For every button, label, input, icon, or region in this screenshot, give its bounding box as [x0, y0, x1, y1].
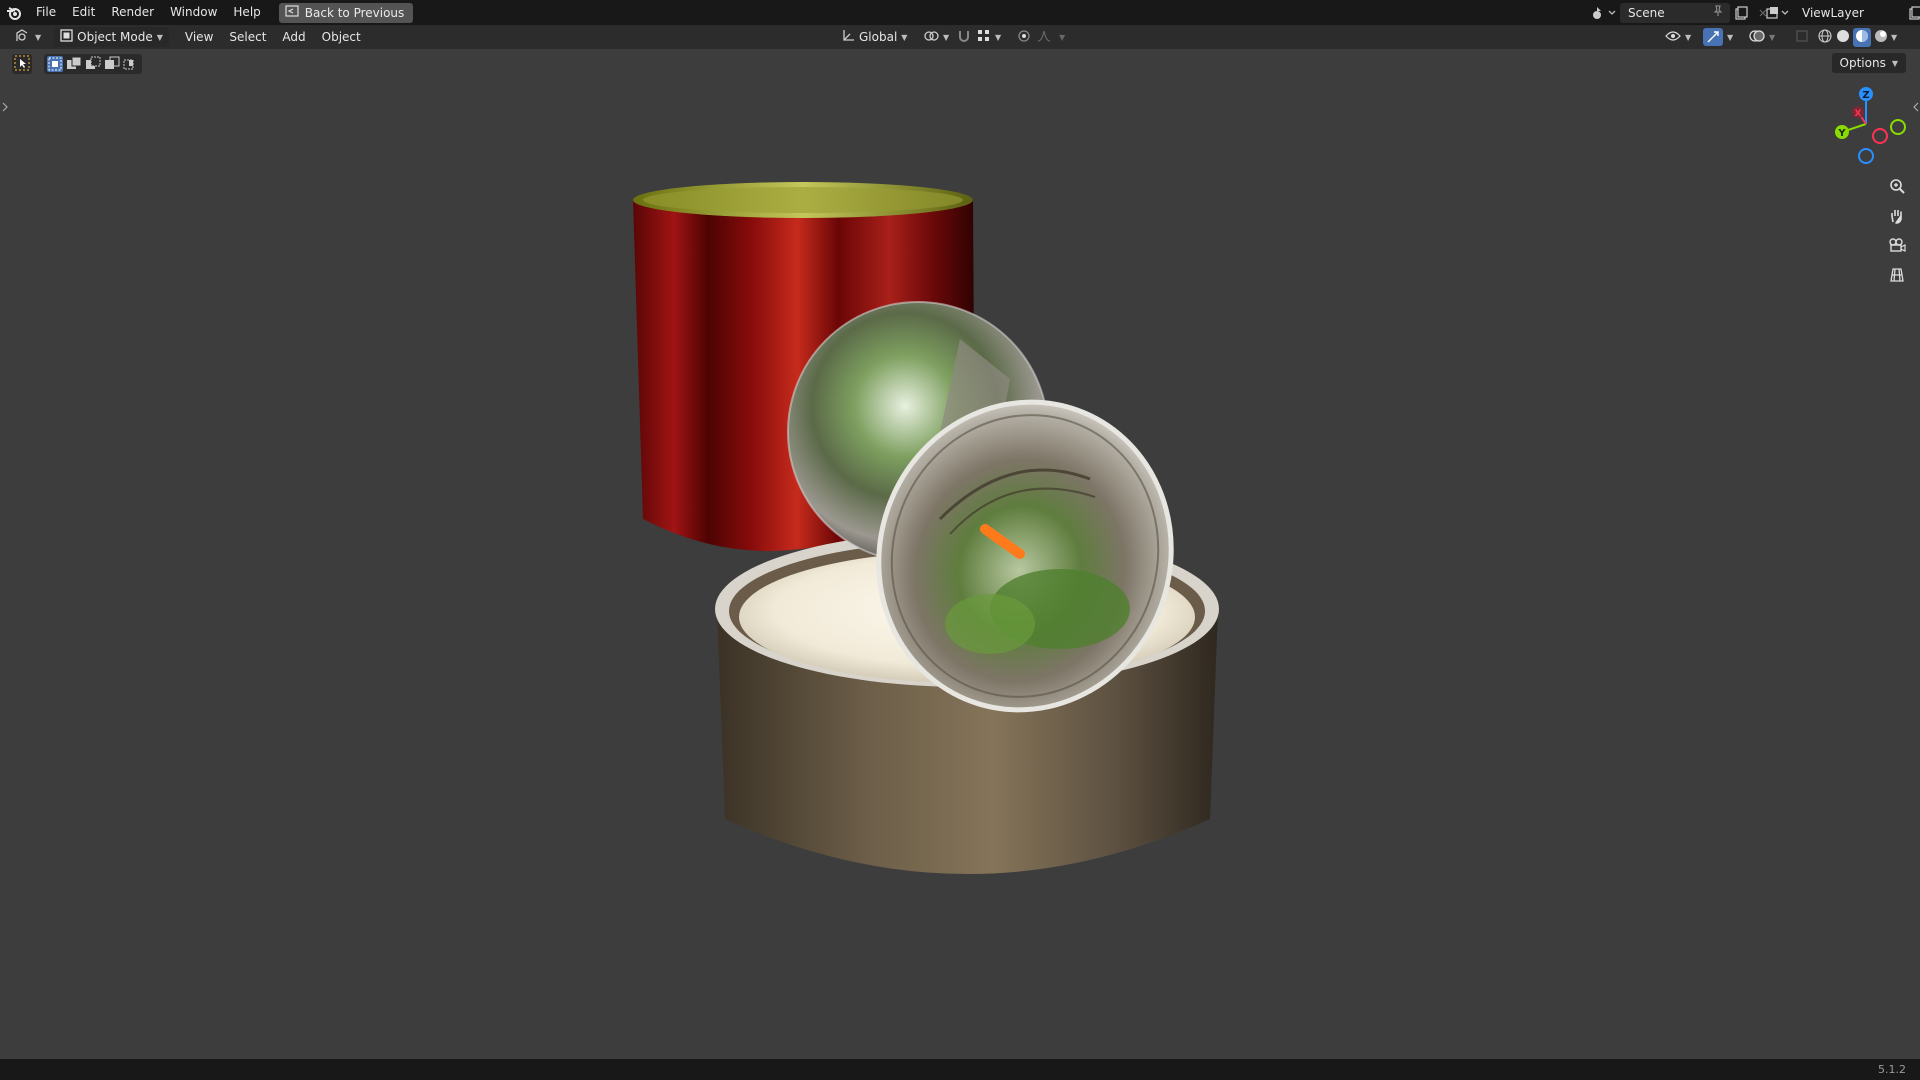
scene-type-icon[interactable]: [1588, 3, 1620, 23]
menu-select[interactable]: Select: [221, 25, 274, 50]
snap-target-dropdown[interactable]: ▼: [972, 27, 1006, 47]
object-mode-label: Object Mode: [77, 30, 153, 44]
new-scene-icon[interactable]: [1730, 3, 1752, 23]
x-axis-label: X: [1855, 109, 1862, 119]
menu-add[interactable]: Add: [274, 25, 313, 50]
falloff-curve-icon: [1037, 29, 1055, 46]
blender-logo-icon[interactable]: [0, 0, 28, 25]
chevron-down-icon: ▼: [901, 32, 908, 42]
options-label: Options: [1839, 56, 1886, 70]
back-to-previous-button[interactable]: Back to Previous: [278, 2, 414, 23]
view-layer-selector: ViewLayer: [1764, 0, 1920, 25]
editor-type-button[interactable]: ▼: [10, 27, 46, 47]
zoom-icon[interactable]: [1885, 174, 1909, 198]
pivot-point-dropdown[interactable]: ▼: [918, 27, 954, 47]
z-axis-label: Z: [1862, 90, 1869, 101]
chevron-down-icon: ▼: [1685, 32, 1692, 42]
selection-mode-group: [44, 54, 142, 74]
scene-render: [633, 182, 1219, 874]
neg-z-axis-handle[interactable]: [1858, 148, 1874, 164]
editor-type-icon: [15, 28, 31, 46]
magnet-icon: [957, 29, 971, 46]
view-layer-type-icon[interactable]: [1764, 3, 1794, 23]
pivot-icon: [923, 29, 939, 46]
rendered-shading-icon[interactable]: [1873, 28, 1889, 47]
menu-render[interactable]: Render: [103, 0, 162, 25]
menu-object[interactable]: Object: [314, 25, 369, 50]
gizmo-toggle[interactable]: ▼: [1698, 27, 1738, 47]
sidebar-expand-icon[interactable]: [1912, 101, 1920, 115]
scene-name-field[interactable]: Scene: [1620, 2, 1730, 23]
chevron-down-icon[interactable]: ▼: [1891, 33, 1897, 42]
version-label: 5.1.2: [1878, 1063, 1906, 1076]
hand-pan-icon[interactable]: [1885, 204, 1909, 228]
chevron-down-icon: ▼: [995, 32, 1002, 42]
new-view-layer-icon[interactable]: [1904, 3, 1920, 23]
neg-y-axis-handle[interactable]: [1890, 119, 1906, 135]
select-cursor-icon: [14, 54, 30, 74]
transform-orientation-dropdown[interactable]: Global ▼: [836, 27, 912, 47]
invert-selection-icon[interactable]: [104, 56, 120, 72]
neg-x-axis-handle[interactable]: [1872, 128, 1888, 144]
transform-orientation-label: Global: [859, 30, 898, 44]
3d-viewport[interactable]: Z Y X: [0, 49, 1920, 1059]
set-selection-icon[interactable]: [47, 56, 63, 72]
back-screen-icon: [285, 5, 299, 20]
tool-settings-row: [12, 53, 142, 75]
material-preview-shading-icon[interactable]: [1853, 27, 1871, 47]
object-mode-dropdown[interactable]: Object Mode ▼: [54, 27, 169, 47]
status-bar: 5.1.2: [0, 1059, 1920, 1080]
scene-name: Scene: [1628, 5, 1665, 20]
options-dropdown[interactable]: Options ▼: [1831, 53, 1906, 73]
subtract-selection-icon[interactable]: [85, 56, 101, 72]
back-button-label: Back to Previous: [304, 5, 405, 20]
chevron-down-icon: ▼: [1727, 32, 1734, 42]
toolbar-expand-icon[interactable]: [1, 101, 9, 115]
chevron-down-icon: ▼: [156, 32, 163, 42]
wireframe-shading-icon[interactable]: [1817, 28, 1833, 47]
object-mode-icon: [60, 29, 73, 45]
transform-axes-icon: [841, 29, 855, 46]
camera-view-icon[interactable]: [1885, 233, 1909, 257]
shading-mode-group: ▼: [1812, 27, 1902, 47]
menu-file[interactable]: File: [28, 0, 64, 25]
gizmo-icon: [1703, 28, 1723, 46]
extend-selection-icon[interactable]: [66, 56, 82, 72]
chevron-down-icon: ▼: [1769, 32, 1776, 42]
xray-toggle[interactable]: [1790, 27, 1814, 47]
snap-grid-icon: [977, 29, 991, 46]
chevron-down-icon: ▼: [1891, 58, 1898, 68]
scene-selector: Scene: [1588, 0, 1774, 25]
active-tool-button[interactable]: [12, 54, 32, 74]
viewport-header: ▼ Object Mode ▼ View Select Add Object G…: [0, 25, 1920, 49]
proportional-edit-icon: [1017, 29, 1031, 46]
ortho-grid-icon[interactable]: [1885, 263, 1909, 287]
intersect-selection-icon[interactable]: [123, 56, 139, 72]
visibility-dropdown[interactable]: ▼: [1660, 27, 1696, 47]
chevron-down-icon: ▼: [35, 32, 42, 42]
pin-icon[interactable]: [1712, 5, 1724, 20]
menu-edit[interactable]: Edit: [64, 0, 103, 25]
solid-shading-icon[interactable]: [1835, 28, 1851, 47]
xray-icon: [1795, 29, 1809, 46]
view-layer-name: ViewLayer: [1802, 5, 1864, 20]
menu-window[interactable]: Window: [162, 0, 225, 25]
view-layer-name-field[interactable]: ViewLayer: [1794, 2, 1904, 23]
navigation-gizmo[interactable]: Z Y X: [1826, 84, 1906, 164]
eye-icon: [1665, 30, 1681, 45]
overlays-dropdown[interactable]: ▼: [1744, 27, 1780, 47]
menu-view[interactable]: View: [177, 25, 221, 50]
chevron-down-icon: ▼: [1059, 32, 1066, 42]
y-axis-label: Y: [1837, 128, 1846, 139]
menu-help[interactable]: Help: [225, 0, 268, 25]
overlays-icon: [1749, 29, 1765, 46]
top-menu-bar: File Edit Render Window Help Back to Pre…: [0, 0, 1920, 25]
falloff-dropdown[interactable]: ▼: [1032, 27, 1070, 47]
chevron-down-icon: ▼: [943, 32, 950, 42]
